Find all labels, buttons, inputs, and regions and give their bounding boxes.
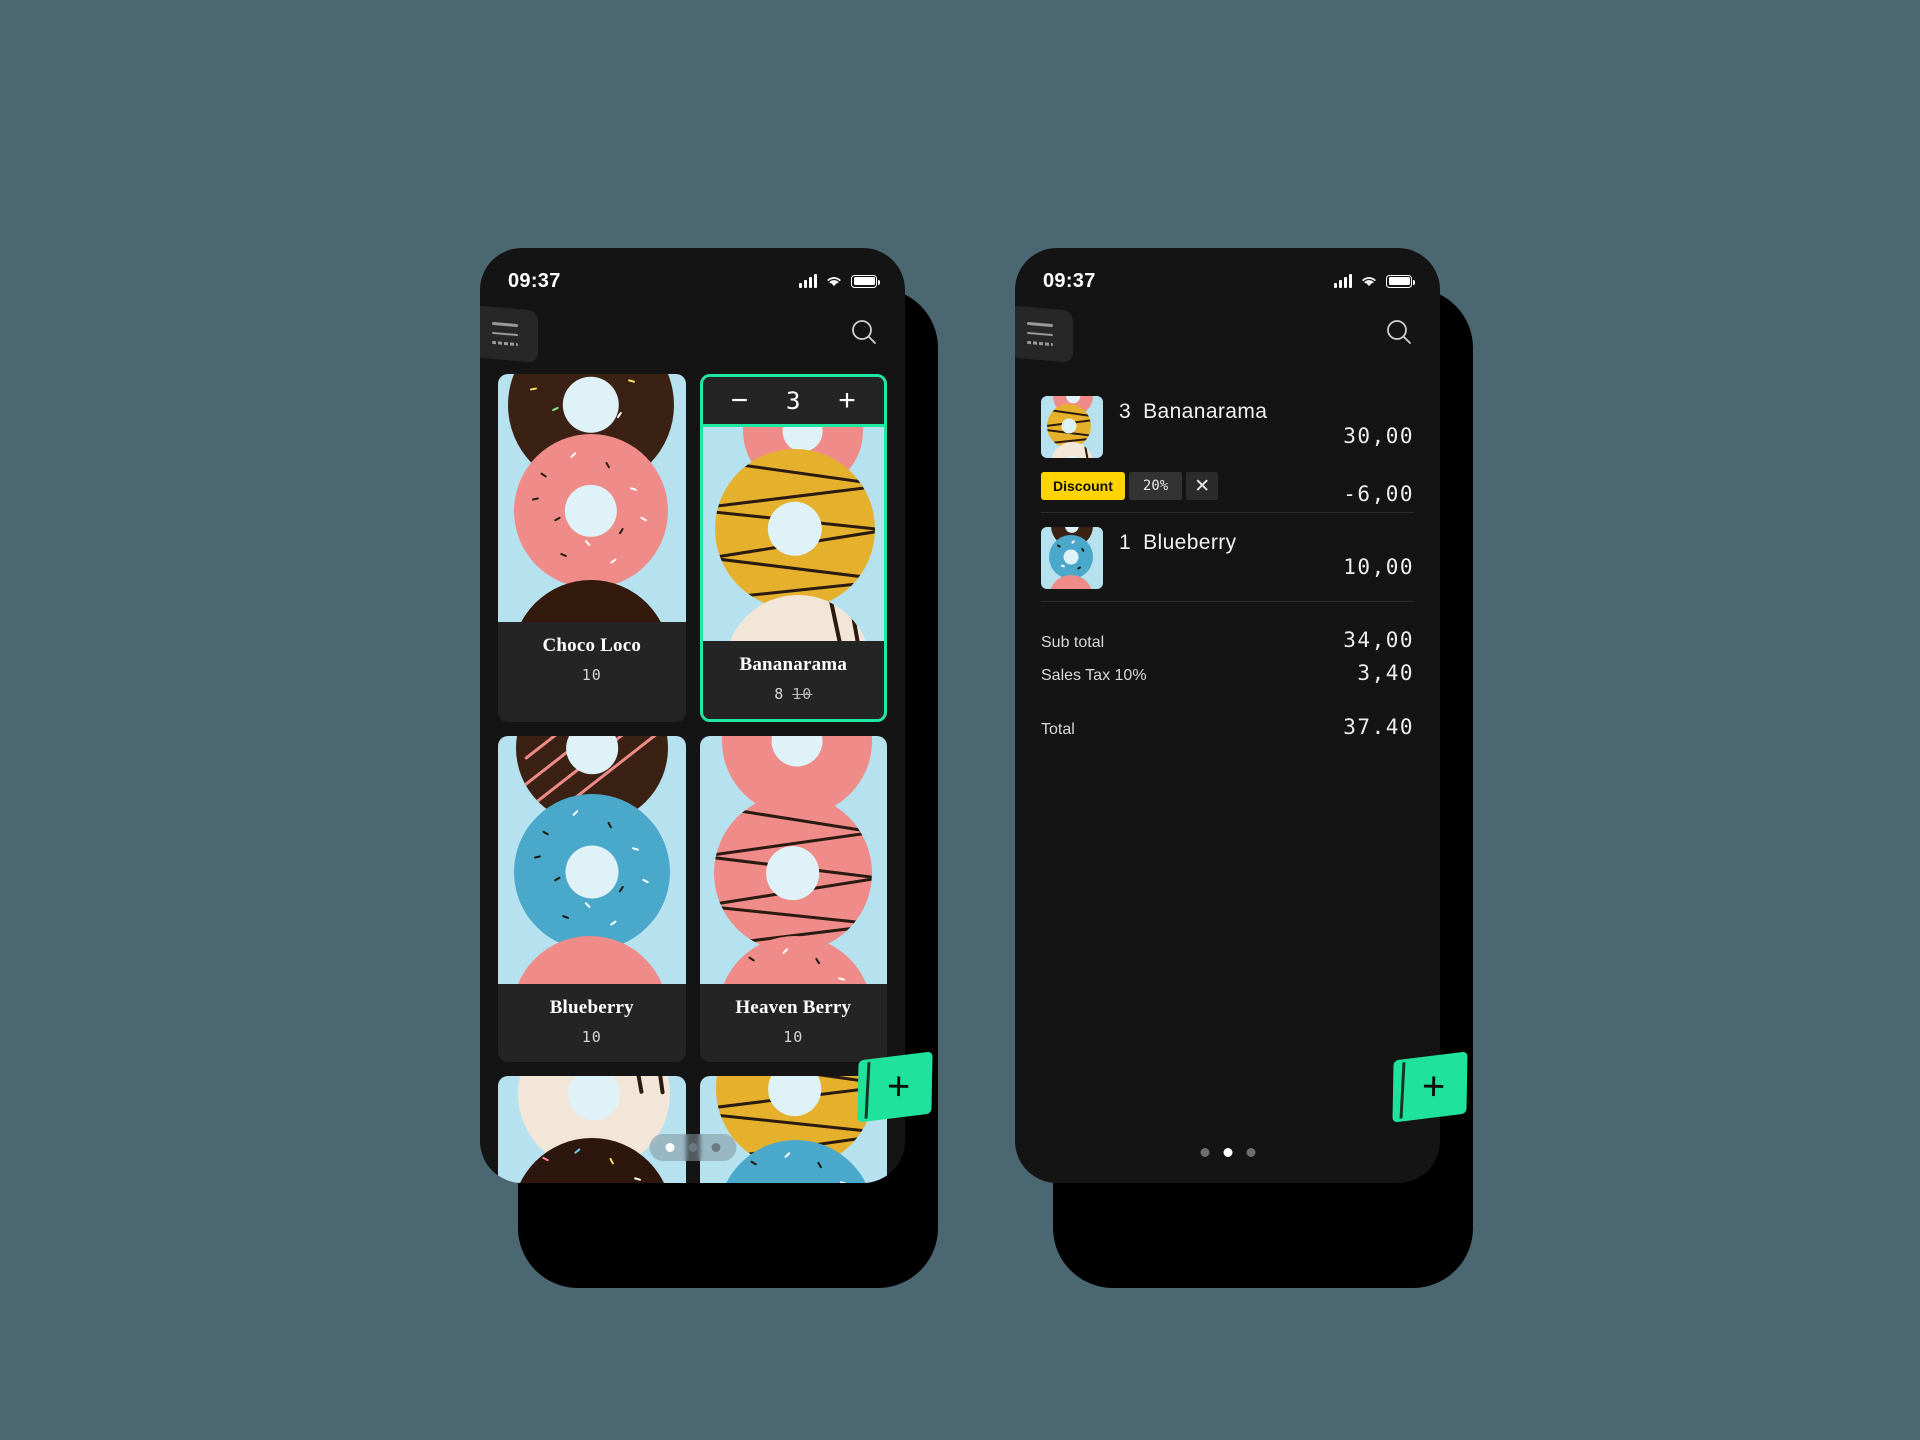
receipt-item-label: Blueberry [1143, 531, 1237, 554]
donut-dark-chocolate [512, 580, 670, 622]
donut-blueberry [514, 794, 670, 950]
page-dot-3[interactable] [1246, 1148, 1255, 1157]
product-name: Heaven Berry [735, 997, 852, 1018]
status-clock: 09:37 [1043, 269, 1096, 292]
battery-icon [1386, 274, 1415, 288]
status-clock: 09:37 [508, 269, 561, 292]
page-dot-2[interactable] [688, 1143, 697, 1152]
app-bar [1015, 300, 1440, 368]
signal-bars-icon [799, 274, 817, 288]
product-meta: Heaven Berry 10 [699, 984, 887, 1062]
product-price: 10 [581, 1028, 602, 1046]
product-card-partial-1[interactable] [498, 1076, 686, 1183]
product-price-current: 8 [774, 685, 785, 703]
status-bar: 09:37 [480, 248, 905, 300]
quantity-value: 3 [786, 386, 801, 415]
signal-bars-icon [1334, 274, 1352, 288]
search-icon[interactable] [1382, 316, 1416, 350]
donut-pink-sprinkles [514, 434, 668, 588]
plus-icon: + [1421, 1064, 1447, 1109]
tax-row: Sales Tax 10% 3,40 [1041, 661, 1414, 685]
screenshot-stage: 09:37 Choco Loco 10 − 3 + Bananarama 8 1… [0, 0, 1920, 1440]
tax-label: Sales Tax 10% [1041, 667, 1147, 684]
donut-white-striped [724, 595, 871, 641]
add-item-button[interactable]: + [1392, 1051, 1468, 1123]
page-dot-3[interactable] [711, 1143, 720, 1152]
page-indicator [649, 1134, 736, 1161]
receipt-item-name: 3 Bananarama [1119, 396, 1267, 424]
product-price: 8 10 [709, 685, 879, 703]
battery-icon [851, 274, 880, 288]
page-dot-1[interactable] [1200, 1148, 1209, 1157]
product-meta: Blueberry 10 [498, 984, 686, 1062]
hamburger-menu-icon[interactable] [1015, 305, 1073, 363]
product-thumbnail [1041, 527, 1103, 589]
hamburger-menu-icon[interactable] [480, 305, 538, 363]
page-indicator [1200, 1148, 1255, 1157]
grand-total-label: Total [1041, 721, 1075, 738]
product-price: 10 [783, 1028, 804, 1046]
grand-total-row: Total 37.40 [1041, 715, 1414, 739]
remove-discount-icon[interactable]: ✕ [1186, 472, 1219, 500]
page-dot-1[interactable] [665, 1143, 674, 1152]
product-card-heaven-berry[interactable]: Heaven Berry 10 [699, 736, 887, 1062]
product-image [498, 374, 686, 622]
status-icons [1334, 274, 1415, 288]
plus-icon: + [886, 1064, 912, 1109]
discount-percent-chip[interactable]: 20% [1128, 472, 1183, 500]
receipt-item-qty: 1 [1119, 531, 1132, 554]
app-bar [480, 300, 905, 368]
receipt-item-name: 1 Blueberry [1119, 527, 1237, 555]
donut-pink-bottom [512, 936, 668, 984]
receipt-item-amount: 10,00 [1343, 555, 1414, 579]
search-icon[interactable] [847, 316, 881, 350]
tax-value: 3,40 [1357, 661, 1414, 685]
discount-amount: -6,00 [1343, 482, 1414, 506]
product-name: Bananarama [739, 654, 848, 675]
wifi-icon [825, 274, 843, 288]
product-card-choco-loco[interactable]: Choco Loco 10 [498, 374, 686, 722]
product-meta: Choco Loco 10 [498, 622, 686, 700]
product-card-blueberry[interactable]: Blueberry 10 [498, 736, 686, 1062]
donut-banana [714, 449, 875, 609]
quantity-stepper: − 3 + [702, 377, 884, 427]
discount-badge[interactable]: Discount [1041, 472, 1125, 500]
product-name: Choco Loco [542, 635, 642, 656]
product-grid: Choco Loco 10 − 3 + Bananarama 8 10 Blue… [480, 368, 905, 1183]
increment-button[interactable]: + [830, 385, 864, 416]
status-bar: 09:37 [1015, 248, 1440, 300]
receipt-line-bananarama[interactable]: 3 Bananarama 30,00 Discount 20% ✕ -6,00 [1041, 382, 1414, 513]
product-price-original: 10 [792, 685, 813, 703]
product-price: 10 [581, 666, 602, 684]
subtotal-value: 34,00 [1343, 628, 1414, 652]
product-meta: Bananarama 8 10 [702, 641, 884, 719]
page-dot-2[interactable] [1223, 1148, 1232, 1157]
product-card-bananarama[interactable]: − 3 + Bananarama 8 10 [699, 374, 887, 722]
receipt-item-label: Bananarama [1143, 400, 1268, 423]
phone-right-screen: 09:37 3 Bananarama 30,00 Discount 20% ✕ … [1015, 248, 1440, 1183]
product-image [699, 736, 887, 984]
receipt-item-qty: 3 [1119, 400, 1132, 423]
phone-left-screen: 09:37 Choco Loco 10 − 3 + Bananarama 8 1… [480, 248, 905, 1183]
decrement-button[interactable]: − [723, 385, 757, 416]
product-image [498, 1076, 686, 1183]
status-icons [799, 274, 880, 288]
receipt-panel: 3 Bananarama 30,00 Discount 20% ✕ -6,00 [1015, 368, 1440, 739]
receipt-item-amount: 30,00 [1343, 424, 1414, 448]
product-image [498, 736, 686, 984]
wifi-icon [1360, 274, 1378, 288]
donut-pink-striped [713, 794, 872, 952]
subtotal-label: Sub total [1041, 634, 1105, 651]
totals-section: Sub total 34,00 Sales Tax 10% 3,40 Total… [1041, 628, 1414, 739]
product-thumbnail [1041, 396, 1103, 458]
product-name: Blueberry [549, 997, 634, 1018]
add-item-button[interactable]: + [857, 1051, 933, 1123]
grand-total-value: 37.40 [1343, 715, 1414, 739]
receipt-line-blueberry[interactable]: 1 Blueberry 10,00 [1041, 513, 1414, 602]
product-image [702, 427, 884, 641]
subtotal-row: Sub total 34,00 [1041, 628, 1414, 652]
